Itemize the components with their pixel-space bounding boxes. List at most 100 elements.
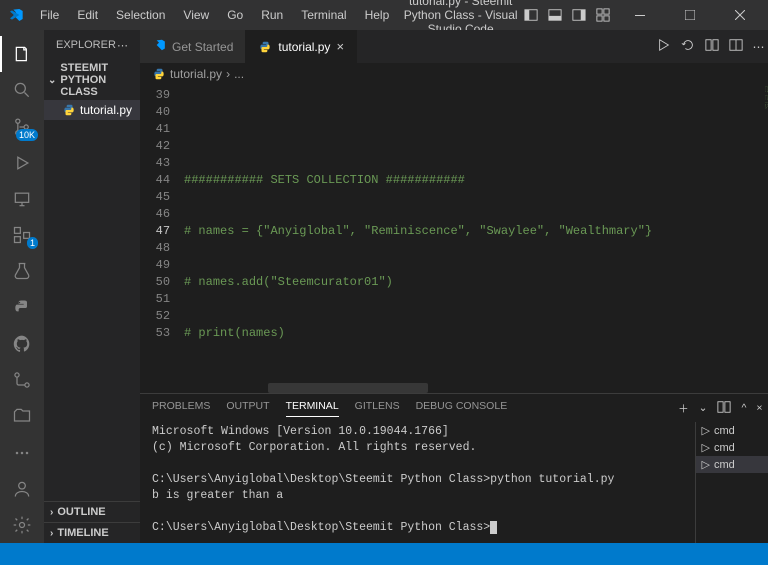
- title-bar: File Edit Selection View Go Run Terminal…: [0, 0, 768, 30]
- customize-layout-icon[interactable]: [596, 8, 610, 22]
- tab-label: tutorial.py: [278, 40, 330, 54]
- terminal-body: Microsoft Windows [Version 10.0.19044.17…: [140, 422, 768, 543]
- source-control-activity-icon[interactable]: 10K: [0, 108, 44, 144]
- editor-actions: ⋯: [647, 30, 768, 63]
- line-number: 53: [140, 325, 170, 342]
- settings-activity-icon[interactable]: [0, 507, 44, 543]
- explorer-more-icon[interactable]: ⋯: [117, 39, 128, 52]
- python-activity-icon[interactable]: [0, 290, 44, 326]
- chevron-down-icon: ⌄: [48, 75, 56, 86]
- split-icon[interactable]: [705, 38, 719, 55]
- timeline-section[interactable]: › TIMELINE: [44, 522, 140, 543]
- code-content[interactable]: ########### SETS COLLECTION ########### …: [184, 85, 768, 393]
- bottom-panel: PROBLEMS OUTPUT TERMINAL GITLENS DEBUG C…: [140, 393, 768, 543]
- panel-tab-output[interactable]: OUTPUT: [226, 400, 269, 416]
- project-activity-icon[interactable]: [0, 398, 44, 434]
- terminal-icon: ▷: [702, 441, 710, 454]
- run-debug-activity-icon[interactable]: [0, 145, 44, 181]
- layout-toggle-bottom-icon[interactable]: [548, 8, 562, 22]
- remote-activity-icon[interactable]: [0, 181, 44, 217]
- search-activity-icon[interactable]: [0, 72, 44, 108]
- extensions-activity-icon[interactable]: 1: [0, 217, 44, 253]
- close-button[interactable]: [720, 0, 760, 30]
- run-icon[interactable]: [657, 38, 671, 55]
- terminal-instance[interactable]: ▷ cmd: [696, 422, 768, 439]
- line-number: 50: [140, 274, 170, 291]
- github-activity-icon[interactable]: [0, 326, 44, 362]
- line-number: 51: [140, 291, 170, 308]
- menu-run[interactable]: Run: [253, 4, 291, 26]
- status-bar[interactable]: [0, 543, 768, 565]
- terminal-icon: ▷: [702, 424, 710, 437]
- explorer-folder-header[interactable]: ⌄ STEEMIT PYTHON CLASS: [44, 60, 140, 100]
- tab-get-started[interactable]: Get Started: [140, 30, 246, 63]
- title-right-controls: [524, 0, 760, 30]
- breadcrumb[interactable]: tutorial.py › ...: [140, 63, 768, 85]
- chevron-right-icon: ›: [50, 528, 53, 539]
- split-terminal-icon[interactable]: [717, 400, 731, 417]
- undo-icon[interactable]: [681, 38, 695, 55]
- layout-icon[interactable]: [729, 38, 743, 55]
- panel-tab-gitlens[interactable]: GITLENS: [355, 400, 400, 416]
- panel-tab-debug[interactable]: DEBUG CONSOLE: [416, 400, 508, 416]
- main-menu: File Edit Selection View Go Run Terminal…: [32, 4, 397, 26]
- horizontal-scrollbar[interactable]: [228, 383, 715, 393]
- testing-activity-icon[interactable]: [0, 253, 44, 289]
- panel-actions: ＋ ⌄ ^ ×: [678, 400, 762, 417]
- menu-selection[interactable]: Selection: [108, 4, 173, 26]
- line-number: 41: [140, 121, 170, 138]
- menu-help[interactable]: Help: [357, 4, 398, 26]
- tab-label: Get Started: [172, 40, 233, 54]
- menu-terminal[interactable]: Terminal: [293, 4, 354, 26]
- tab-close-icon[interactable]: ×: [336, 39, 344, 54]
- account-activity-icon[interactable]: [0, 471, 44, 507]
- minimap[interactable]: ########### SETS COLLECTION ########### …: [715, 85, 768, 393]
- line-number: 52: [140, 308, 170, 325]
- file-tutorial-py[interactable]: tutorial.py: [44, 100, 140, 120]
- more-activity-icon[interactable]: [0, 434, 44, 470]
- timeline-label: TIMELINE: [57, 527, 108, 539]
- menu-edit[interactable]: Edit: [69, 4, 106, 26]
- panel-tab-problems[interactable]: PROBLEMS: [152, 400, 210, 416]
- file-label: tutorial.py: [80, 103, 132, 117]
- code-editor[interactable]: 39 40 41 42 43 44 45 46 47 48 49 50 51 5…: [140, 85, 768, 393]
- layout-toggle-left-icon[interactable]: [524, 8, 538, 22]
- panel-tab-terminal[interactable]: TERMINAL: [286, 400, 339, 417]
- python-file-icon: [152, 67, 166, 81]
- code-line: ########### SETS COLLECTION ###########: [184, 173, 465, 187]
- tab-tutorial-py[interactable]: tutorial.py ×: [246, 30, 357, 63]
- menu-view[interactable]: View: [175, 4, 217, 26]
- terminal-list: ▷cmd ▷cmd ▷cmd: [695, 422, 768, 543]
- terminal-instance[interactable]: ▷ cmd: [696, 439, 768, 456]
- gitlens-activity-icon[interactable]: [0, 362, 44, 398]
- editor-area: Get Started tutorial.py × ⋯ tutorial.py …: [140, 30, 768, 543]
- terminal-name: cmd: [714, 442, 735, 454]
- terminal-line: Microsoft Windows [Version 10.0.19044.17…: [152, 425, 449, 438]
- line-number: 47: [140, 223, 170, 240]
- folder-name: STEEMIT PYTHON CLASS: [60, 62, 136, 98]
- explorer-header: EXPLORER ⋯: [44, 30, 140, 60]
- layout-toggle-right-icon[interactable]: [572, 8, 586, 22]
- terminal-line: C:\Users\Anyiglobal\Desktop\Steemit Pyth…: [152, 521, 490, 534]
- menu-go[interactable]: Go: [219, 4, 251, 26]
- explorer-title: EXPLORER: [56, 39, 116, 51]
- minimize-button[interactable]: [620, 0, 660, 30]
- maximize-button[interactable]: [670, 0, 710, 30]
- line-number: 40: [140, 104, 170, 121]
- terminal-instance[interactable]: ▷cmd: [696, 456, 768, 473]
- line-numbers-gutter: 39 40 41 42 43 44 45 46 47 48 49 50 51 5…: [140, 85, 184, 393]
- explorer-activity-icon[interactable]: [0, 36, 44, 72]
- line-number: 45: [140, 189, 170, 206]
- terminal-content[interactable]: Microsoft Windows [Version 10.0.19044.17…: [140, 422, 695, 543]
- maximize-panel-icon[interactable]: ^: [741, 402, 746, 414]
- breadcrumb-sep: ›: [226, 67, 230, 81]
- terminal-dropdown-icon[interactable]: ⌄: [699, 402, 708, 414]
- line-number: 42: [140, 138, 170, 155]
- close-panel-icon[interactable]: ×: [756, 402, 762, 414]
- terminal-name: cmd: [714, 425, 735, 437]
- new-terminal-icon[interactable]: ＋: [678, 401, 689, 416]
- outline-section[interactable]: › OUTLINE: [44, 501, 140, 522]
- menu-file[interactable]: File: [32, 4, 67, 26]
- more-icon[interactable]: ⋯: [753, 40, 765, 54]
- line-number: 44: [140, 172, 170, 189]
